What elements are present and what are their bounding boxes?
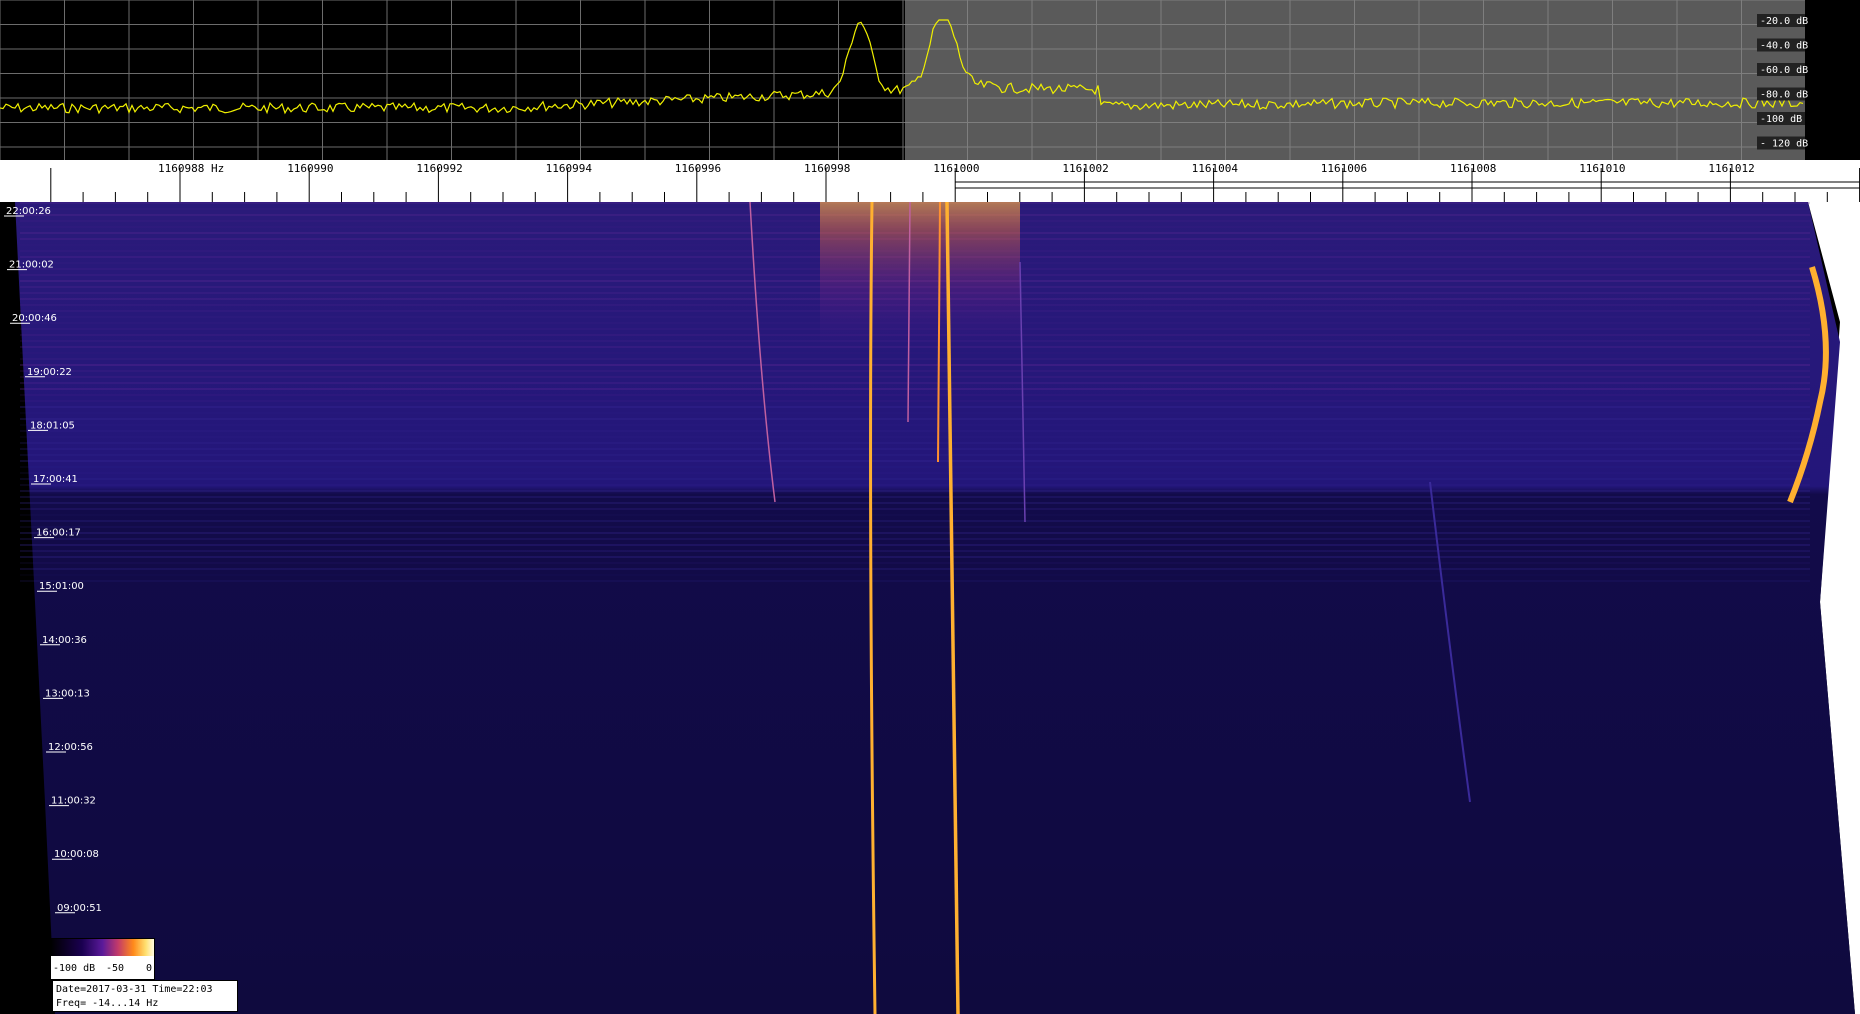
time-label: 09:00:51 <box>57 903 102 914</box>
frequency-tick-label: 1161004 <box>1192 162 1239 175</box>
frequency-tick-label: 1161008 <box>1450 162 1496 175</box>
db-label: -60.0 dB <box>1760 65 1808 76</box>
time-label: 20:00:46 <box>12 313 57 324</box>
time-label: 16:00:17 <box>36 528 81 539</box>
db-label: -80.0 dB <box>1760 90 1808 101</box>
frequency-axis: 1160988 Hz 1160990 1160992 1160994 1160996 11… <box>0 160 1860 202</box>
frequency-tick-label: 1161012 <box>1708 162 1754 175</box>
time-label: 17:00:41 <box>33 474 78 485</box>
time-label: 15:01:00 <box>39 581 84 592</box>
colorbar-label-max: 0 <box>146 963 153 974</box>
time-label: 12:00:56 <box>48 742 93 753</box>
frequency-tick-label: 1160998 <box>804 162 850 175</box>
frequency-tick-label: 1160990 <box>287 162 333 175</box>
frequency-tick-label: 1160994 <box>546 162 593 175</box>
frequency-tick-label: 1160992 <box>416 162 462 175</box>
frequency-tick-label: 1161006 <box>1321 162 1367 175</box>
date-time-readout: Date=2017-03-31 Time=22:03 <box>56 984 213 995</box>
db-label: -40.0 dB <box>1760 41 1808 52</box>
frequency-tick-label: 1161010 <box>1579 162 1625 175</box>
frequency-tick-label: 1161002 <box>1062 162 1108 175</box>
frequency-tick-label: 1160996 <box>675 162 721 175</box>
info-box: Date=2017-03-31 Time=22:03 Freq= -14...1… <box>52 980 238 1012</box>
frequency-tick-label: 1161000 <box>933 162 979 175</box>
colorbar-gradient <box>51 939 154 956</box>
time-label: 22:00:26 <box>6 206 51 217</box>
time-label: 19:00:22 <box>27 367 72 378</box>
time-label: 18:01:05 <box>30 420 75 431</box>
colorbar-label-min: -100 dB <box>53 963 96 974</box>
frequency-tick-label: 1160988 Hz <box>158 162 224 175</box>
time-label: 21:00:02 <box>9 260 54 271</box>
frequency-range-readout: Freq= -14...14 Hz <box>56 998 159 1009</box>
db-label: - 120 dB <box>1760 139 1808 150</box>
time-label: 13:00:13 <box>45 688 90 699</box>
time-label: 10:00:08 <box>54 849 99 860</box>
time-label: 14:00:36 <box>42 635 87 646</box>
colorbar-label-mid: -50 <box>106 963 125 974</box>
colorbar-legend: -100 dB -50 0 <box>50 938 155 980</box>
spectrum-plot[interactable]: -20.0 dB -40.0 dB -60.0 dB -80.0 dB -100 dB -… <box>0 0 1860 160</box>
waterfall-display[interactable]: 22:00:26 21:00:02 20:00:46 19:00:22 18:01:05… <box>0 202 1860 1014</box>
time-label: 11:00:32 <box>51 796 96 807</box>
db-label: -20.0 dB <box>1760 16 1808 27</box>
db-label: -100 dB <box>1760 114 1802 125</box>
